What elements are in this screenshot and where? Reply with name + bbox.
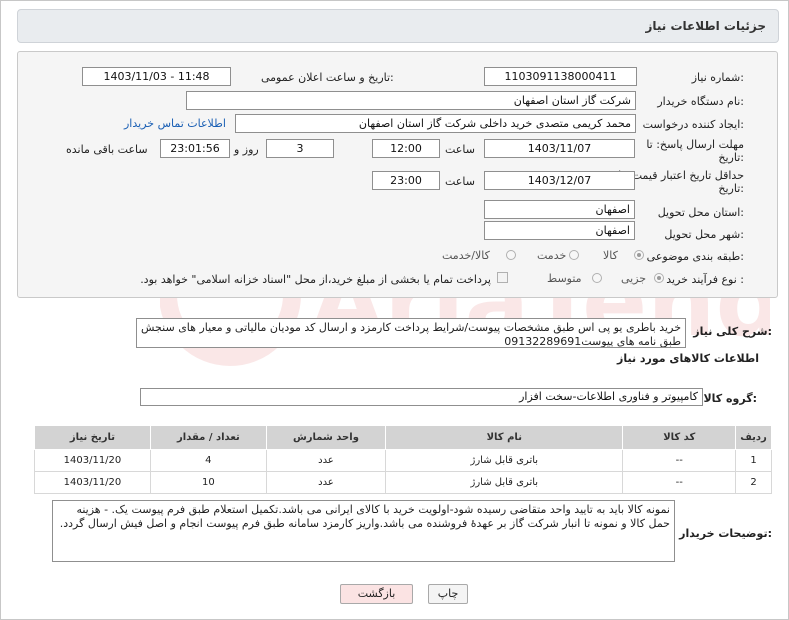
cell-quantity: 10 [149,471,267,494]
need-number-field[interactable]: 1103091138000411 [484,67,637,86]
remaining-time-label: ساعت باقی مانده [66,143,148,156]
cell-quantity: 4 [149,449,267,472]
cell-row: 2 [735,471,772,494]
announce-datetime-label: تاریخ و ساعت اعلان عمومی: [261,71,394,84]
remaining-days-field[interactable]: 3 [266,139,334,158]
need-number-label: شماره نیاز: [691,71,744,84]
goods-group-label: گروه کالا: [703,392,757,405]
buyer-notes-text[interactable]: نمونه کالا باید به تایید واحد متقاضی رسی… [52,500,675,562]
col-name: نام کالا [385,425,624,450]
city-label: شهر محل تحویل: [664,228,744,241]
table-row[interactable]: 1 -- باتری قابل شارژ عدد 4 1403/11/20 [34,449,772,472]
validity-time-field[interactable]: 23:00 [372,171,440,190]
category-radio-service[interactable] [569,250,579,260]
deadline-label: مهلت ارسال پاسخ: تا [646,138,744,151]
cell-name: باتری قابل شارژ [385,471,624,494]
remaining-time-field[interactable]: 23:01:56 [160,139,230,158]
province-field[interactable]: اصفهان [484,200,635,219]
deadline-time-field[interactable]: 12:00 [372,139,440,158]
process-radio-minor[interactable] [654,273,664,283]
city-field[interactable]: اصفهان [484,221,635,240]
cell-row: 1 [735,449,772,472]
validity-date-field[interactable]: 1403/12/07 [484,171,635,190]
cell-code: -- [622,449,736,472]
process-option-medium: متوسط [547,272,582,285]
days-label: روز و [234,143,259,156]
cell-date: 1403/11/20 [34,449,151,472]
treasury-payment-checkbox[interactable] [497,272,508,283]
col-code: کد کالا [622,425,736,450]
announce-datetime-field[interactable]: 1403/11/03 - 11:48 [82,67,231,86]
deadline-date-label: تاریخ: [718,151,744,164]
deadline-time-label: ساعت [445,143,475,156]
goods-table: ردیف کد کالا نام کالا واحد شمارش تعداد /… [34,425,772,494]
validity-label: حداقل تاریخ اعتبار قیمت: تا [618,169,744,182]
validity-time-label: ساعت [445,175,475,188]
buyer-notes-label: توضیحات خریدار: [679,527,772,540]
cell-unit: عدد [265,449,387,472]
category-label: طبقه بندی موضوعی: [646,250,744,263]
print-button[interactable]: چاپ [428,584,468,604]
category-option-goods: کالا [603,249,618,262]
process-type-label: نوع فرآیند خرید : [666,273,744,286]
page-title: جزئیات اطلاعات نیاز [645,19,766,33]
col-date: تاریخ نیاز [34,425,151,450]
col-unit: واحد شمارش [265,425,387,450]
deadline-date-field[interactable]: 1403/11/07 [484,139,635,158]
back-button[interactable]: بازگشت [340,584,413,604]
validity-date-label: تاریخ: [718,182,744,195]
creator-label: ایجاد کننده درخواست: [642,118,744,131]
goods-section-title: اطلاعات کالاهای مورد نیاز [617,352,759,365]
creator-field[interactable]: محمد کریمی متصدی خرید داخلی شرکت گاز است… [235,114,636,133]
cell-code: -- [622,471,736,494]
goods-group-field[interactable]: کامپیوتر و فناوری اطلاعات-سخت افزار [140,388,703,406]
province-label: استان محل تحویل: [657,206,744,219]
cell-name: باتری قابل شارژ [385,449,624,472]
category-radio-goods-service[interactable] [506,250,516,260]
table-row[interactable]: 2 -- باتری قابل شارژ عدد 10 1403/11/20 [34,471,772,494]
process-radio-medium[interactable] [592,273,602,283]
summary-text[interactable]: خرید باطری یو پی اس طبق مشخصات پیوست/شرا… [136,318,686,348]
treasury-payment-note: پرداخت تمام یا بخشی از مبلغ خرید،از محل … [140,273,491,286]
category-option-service: خدمت [537,249,567,262]
buyer-contact-link[interactable]: اطلاعات تماس خریدار [124,117,226,130]
cell-unit: عدد [265,471,387,494]
buyer-org-label: نام دستگاه خریدار: [657,95,744,108]
process-option-minor: جزیی [621,272,647,285]
page-header: جزئیات اطلاعات نیاز [17,9,779,43]
goods-table-header: ردیف کد کالا نام کالا واحد شمارش تعداد /… [34,425,772,450]
summary-label: شرح کلی نیاز: [693,325,772,338]
cell-date: 1403/11/20 [34,471,151,494]
category-radio-goods[interactable] [634,250,644,260]
buyer-org-field[interactable]: شرکت گاز استان اصفهان [186,91,636,110]
category-option-goods-service: کالا/خدمت [442,249,490,262]
col-quantity: تعداد / مقدار [149,425,267,450]
col-row: ردیف [735,425,772,450]
